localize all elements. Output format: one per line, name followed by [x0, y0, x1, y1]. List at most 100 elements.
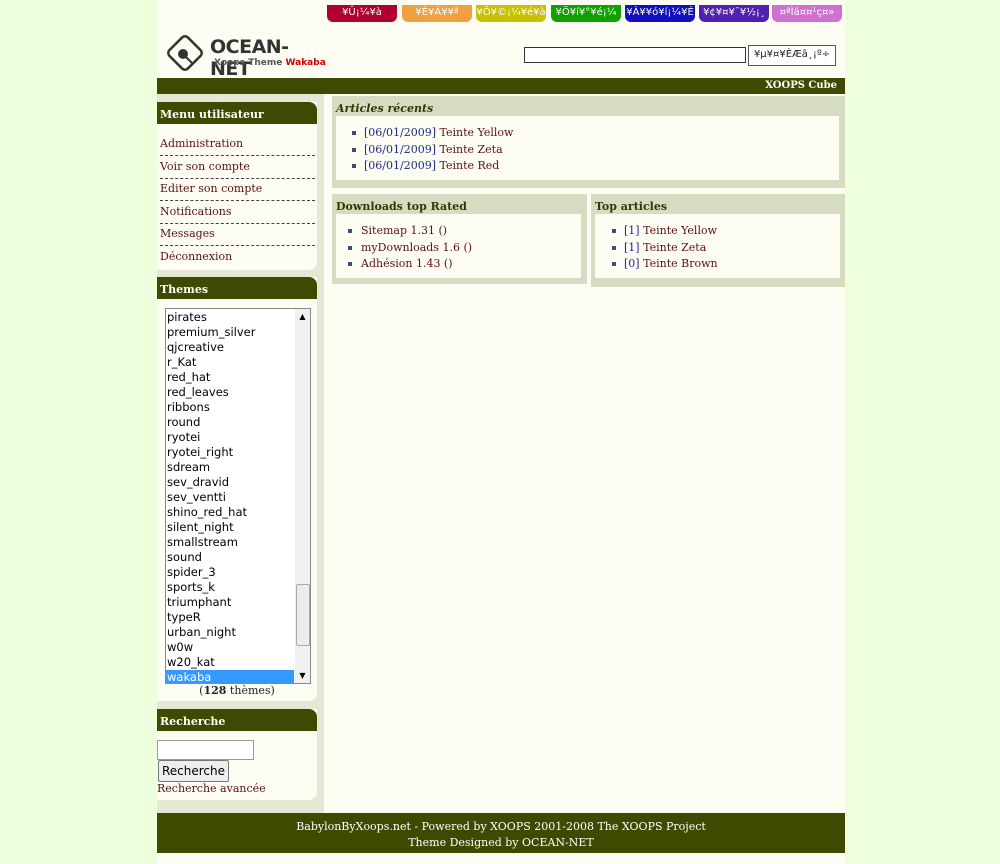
theme-option[interactable]: silent_night [166, 520, 294, 535]
download-item-3[interactable]: Adhésion 1.43 () [361, 256, 453, 272]
site-logo[interactable]: OCEAN-NET Xoops Theme Wakaba [166, 34, 326, 80]
recent-articles-title: Articles récents [336, 102, 434, 115]
tab-forum[interactable]: ¥Õ¥©¡¼¥é¥à [476, 5, 546, 22]
theme-option[interactable]: ryotei_right [166, 445, 294, 460]
theme-option[interactable]: r_Kat [166, 355, 294, 370]
footer-credit-link[interactable]: OCEAN-NET [522, 836, 594, 849]
menu-item-view-account[interactable]: Voir son compte [160, 156, 315, 179]
menu-item-messages[interactable]: Messages [160, 223, 315, 246]
theme-option[interactable]: sdream [166, 460, 294, 475]
bullet-icon [612, 262, 616, 266]
theme-count-suffix: thèmes) [226, 684, 275, 697]
theme-option[interactable]: premium_silver [166, 325, 294, 340]
footer: BabylonByXoops.net - Powered by XOOPS 20… [157, 813, 845, 853]
theme-option[interactable]: round [166, 415, 294, 430]
recent-article-2-title: Teinte Zeta [439, 143, 503, 156]
theme-list-scrollbar[interactable]: ▲ ▼ [295, 309, 310, 683]
bullet-icon [612, 229, 616, 233]
logo-subtitle-text: Xoops Theme [214, 58, 283, 68]
theme-option[interactable]: typeR [166, 610, 294, 625]
recent-article-2[interactable]: [06/01/2009] Teinte Zeta [364, 142, 503, 158]
theme-option[interactable]: spider_3 [166, 565, 294, 580]
top-article-3-rank: [0] [624, 257, 640, 270]
top-article-2-title: Teinte Zeta [643, 241, 707, 254]
site-search-button[interactable]: ¥µ¥¤¥ÈÆâ¸¡º÷ [748, 45, 836, 66]
download-item-1[interactable]: Sitemap 1.31 () [361, 223, 447, 239]
bullet-icon [352, 131, 356, 135]
recent-article-3[interactable]: [06/01/2009] Teinte Red [364, 158, 499, 174]
theme-option[interactable]: w20_kat [166, 655, 294, 670]
theme-option[interactable]: ribbons [166, 400, 294, 415]
scroll-down-icon[interactable]: ▼ [295, 668, 310, 683]
menu-item-notifications[interactable]: Notifications [160, 201, 315, 224]
theme-option[interactable]: pirates [166, 310, 294, 325]
search-button[interactable]: Recherche [158, 760, 229, 782]
theme-option[interactable]: w0w [166, 640, 294, 655]
scroll-up-icon[interactable]: ▲ [295, 309, 310, 324]
logo-subtitle-accent: Wakaba [285, 58, 326, 68]
theme-option[interactable]: sound [166, 550, 294, 565]
top-article-1-rank: [1] [624, 224, 640, 237]
bullet-icon [352, 148, 356, 152]
theme-select-list[interactable]: pirates premium_silver qjcreative r_Kat red_… [165, 308, 311, 684]
top-article-3[interactable]: [0] Teinte Brown [624, 256, 718, 272]
tab-home[interactable]: ¥Û¡¼¥à [327, 5, 397, 22]
theme-option[interactable]: red_hat [166, 370, 294, 385]
tab-blog[interactable]: ¥Ö¥í¥°¥é¡¼ [551, 5, 621, 22]
menu-item-administration[interactable]: Administration [160, 133, 315, 156]
theme-option[interactable]: urban_night [166, 625, 294, 640]
search-title: Recherche [157, 709, 317, 731]
footer-copyright: BabylonByXoops.net - Powered by XOOPS 20… [296, 820, 706, 833]
recent-article-1[interactable]: [06/01/2009] Teinte Yellow [364, 125, 513, 141]
themes-title: Themes [157, 277, 317, 299]
recent-article-3-date: [06/01/2009] [364, 159, 436, 172]
menu-item-logout[interactable]: Déconnexion [160, 246, 315, 268]
top-article-2[interactable]: [1] Teinte Zeta [624, 240, 706, 256]
recent-articles-block: Articles récents [06/01/2009] Teinte Yel… [332, 96, 845, 188]
theme-option[interactable]: red_leaves [166, 385, 294, 400]
theme-option[interactable]: triumphant [166, 595, 294, 610]
theme-option[interactable]: ryotei [166, 430, 294, 445]
scroll-thumb[interactable] [296, 584, 310, 646]
tab-download[interactable]: ¥À¥¥ó¥í¡¼¥É [625, 5, 695, 22]
theme-option[interactable]: smallstream [166, 535, 294, 550]
footer-credit: Theme Designed by OCEAN-NET [157, 836, 845, 849]
top-article-3-title: Teinte Brown [643, 257, 718, 270]
theme-option[interactable]: sports_k [166, 580, 294, 595]
tab-2[interactable]: ¥É¥Á¥¥ª [402, 5, 472, 22]
top-article-1-title: Teinte Yellow [643, 224, 718, 237]
theme-count: (128 thèmes) [157, 684, 317, 697]
downloads-title: Downloads top Rated [336, 200, 467, 213]
bullet-icon [348, 246, 352, 250]
theme-option[interactable]: shino_red_hat [166, 505, 294, 520]
top-articles-block: Top articles [1] Teinte Yellow [1] Teint… [591, 194, 845, 287]
theme-option[interactable]: wakaba [166, 670, 294, 683]
footer-credit-prefix: Theme Designed by [408, 836, 523, 849]
tab-contact[interactable]: ¤ªÌä¤¤¹ç¤» [772, 5, 842, 22]
header-bar: XOOPS Cube [157, 78, 845, 94]
top-article-1[interactable]: [1] Teinte Yellow [624, 223, 717, 239]
user-menu-block: Menu utilisateur Administration Voir son… [157, 102, 317, 270]
search-input[interactable] [157, 740, 254, 760]
tab-6[interactable]: ¥¢¥¤¥¯¥½¡¸ [699, 5, 769, 22]
logo-subtitle: Xoops Theme Wakaba [214, 58, 326, 68]
top-articles-title: Top articles [595, 200, 668, 213]
recent-articles-body: [06/01/2009] Teinte Yellow [06/01/2009] … [336, 116, 839, 180]
menu-item-edit-account[interactable]: Editer son compte [160, 178, 315, 201]
top-articles-body: [1] Teinte Yellow [1] Teinte Zeta [0] Te… [595, 214, 840, 278]
theme-option[interactable]: qjcreative [166, 340, 294, 355]
xoops-cube-link[interactable]: XOOPS Cube [765, 80, 837, 91]
top-article-2-rank: [1] [624, 241, 640, 254]
recent-article-2-date: [06/01/2009] [364, 143, 436, 156]
download-item-2[interactable]: myDownloads 1.6 () [361, 240, 472, 256]
theme-option[interactable]: sev_dravid [166, 475, 294, 490]
downloads-body: Sitemap 1.31 () myDownloads 1.6 () Adhés… [336, 214, 581, 278]
advanced-search-link[interactable]: Recherche avancée [157, 782, 266, 795]
theme-option[interactable]: sev_ventti [166, 490, 294, 505]
bullet-icon [348, 229, 352, 233]
bullet-icon [352, 164, 356, 168]
user-menu-title: Menu utilisateur [157, 102, 317, 124]
site-search-input[interactable] [524, 47, 746, 63]
recent-article-1-title: Teinte Yellow [439, 126, 514, 139]
logo-mark-icon [167, 35, 203, 71]
